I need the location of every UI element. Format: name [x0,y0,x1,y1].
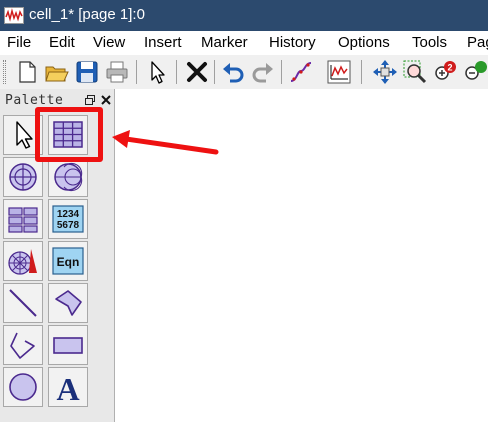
print-icon[interactable] [104,59,130,85]
toolbar-separator [176,60,177,84]
matrix-tool-button[interactable] [3,199,43,239]
delete-x-icon[interactable] [184,59,210,85]
polyline-tool-button[interactable] [3,325,43,365]
palette-title: Palette [5,93,64,108]
antenna-pattern-tool-button[interactable] [3,241,43,281]
rectangle-icon [53,337,83,354]
menu-history[interactable]: History [269,34,316,52]
menu-file[interactable]: File [7,34,31,52]
svg-text:Eqn: Eqn [57,255,80,269]
highlight-box [35,107,103,162]
polygon-icon [55,290,82,316]
redo-icon[interactable] [250,59,276,85]
zoom-in-icon[interactable]: 2 [432,59,458,85]
toolbar: 2 [0,55,488,89]
svg-text:A: A [56,371,79,403]
zoom-fit-icon[interactable] [402,59,428,85]
polar-graph-tool-button[interactable] [3,157,43,197]
curve-fit-icon[interactable] [288,59,314,85]
ellipse-icon [9,373,37,401]
equation-tool-button[interactable]: Eqn [48,241,88,281]
numeric-display-tool-button[interactable]: 1234 5678 [48,199,88,239]
menu-bar: File Edit View Insert Marker History Opt… [0,31,488,55]
menu-options[interactable]: Options [338,34,390,52]
menu-edit[interactable]: Edit [49,34,75,52]
svg-text:1234: 1234 [57,209,80,220]
text-tool-button[interactable]: A [48,367,88,407]
close-icon[interactable] [100,94,112,106]
toolbar-separator [214,60,215,84]
zoom-out-icon[interactable] [462,59,488,85]
line-icon [9,289,37,317]
open-folder-icon[interactable] [44,59,70,85]
select-arrow-icon[interactable] [144,59,170,85]
polar-graph-icon [9,163,37,191]
toolbar-separator [361,60,362,84]
equation-icon: Eqn [52,247,84,275]
text-icon: A [56,371,79,403]
matrix-table-icon [8,207,38,233]
move-icon[interactable] [372,59,398,85]
app-waveform-icon [4,7,24,24]
title-bar: cell_1* [page 1]:0 [0,0,488,31]
line-tool-button[interactable] [3,283,43,323]
menu-view[interactable]: View [93,34,125,52]
polyline-icon [10,332,35,359]
rectangle-tool-button[interactable] [48,325,88,365]
svg-text:2: 2 [447,63,452,73]
menu-insert[interactable]: Insert [144,34,182,52]
new-file-icon[interactable] [14,59,40,85]
menu-page[interactable]: Page [467,34,488,52]
window-title: cell_1* [page 1]:0 [29,6,145,23]
ellipse-tool-button[interactable] [3,367,43,407]
undo-icon[interactable] [220,59,246,85]
menu-marker[interactable]: Marker [201,34,248,52]
float-panel-icon[interactable] [84,94,96,106]
smith-chart-icon [54,162,83,192]
toolbar-separator [281,60,282,84]
save-icon[interactable] [74,59,100,85]
toolbar-grip[interactable] [3,60,6,84]
svg-text:5678: 5678 [57,220,80,231]
polygon-tool-button[interactable] [48,283,88,323]
toolbar-separator [136,60,137,84]
numeric-display-icon: 1234 5678 [52,205,84,233]
smith-chart-tool-button[interactable] [48,157,88,197]
menu-tools[interactable]: Tools [412,34,447,52]
antenna-pattern-icon [8,249,37,275]
graph-plot-icon[interactable] [326,59,352,85]
annotation-arrow-icon [112,130,219,155]
